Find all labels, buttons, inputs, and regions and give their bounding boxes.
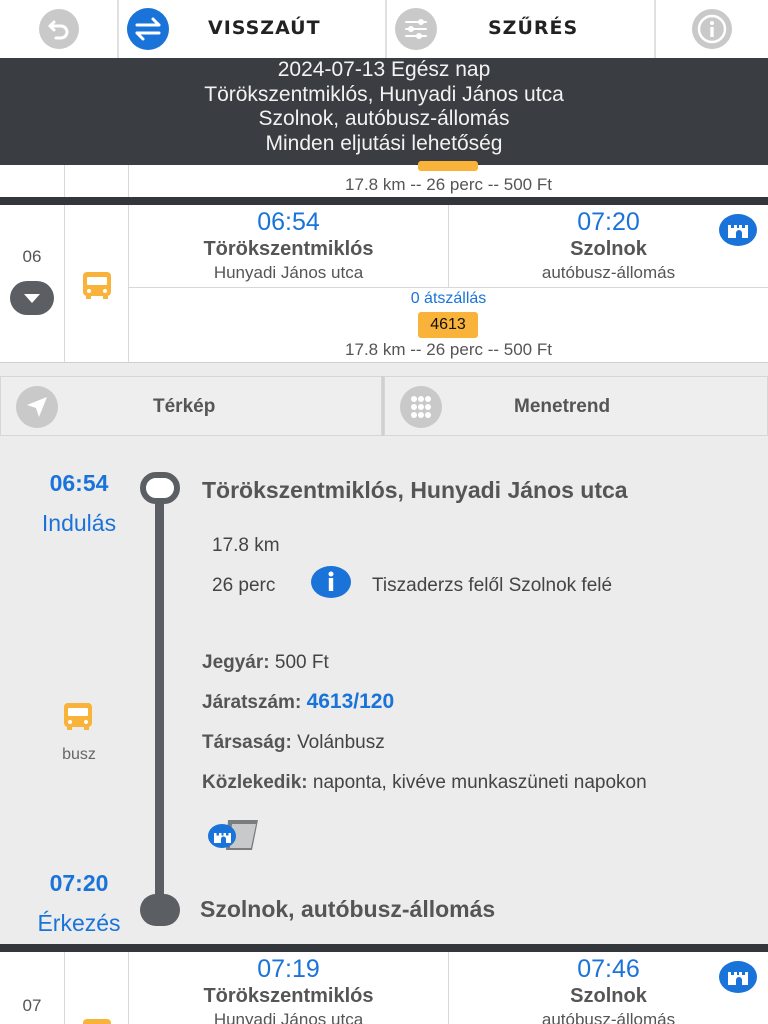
- sliders-icon: [395, 8, 437, 50]
- trip-number-link[interactable]: 4613/120: [307, 690, 395, 713]
- departure-time: 07:19: [257, 955, 320, 983]
- result-row-prev[interactable]: 17.8 km -- 26 perc -- 500 Ft: [0, 161, 768, 197]
- operator-castle-icon: [719, 961, 757, 993]
- return-trip-label: VISSZAÚT: [208, 17, 321, 39]
- company-value: Volánbusz: [297, 732, 385, 753]
- detail-arrival-label: Érkezés: [37, 910, 121, 936]
- row-separator: [0, 197, 768, 205]
- detail-duration: 26 perc: [212, 575, 276, 596]
- filter-button[interactable]: SZŰRÉS: [387, 0, 656, 58]
- runs-value: naponta, kivéve munkaszüneti napokon: [312, 772, 647, 793]
- back-button[interactable]: [0, 0, 119, 58]
- tab-map[interactable]: Térkép: [0, 376, 382, 436]
- fare-key: Jegyár:: [202, 652, 270, 673]
- route-badge[interactable]: 4613: [418, 312, 478, 338]
- top-toolbar: VISSZAÚT SZŰRÉS: [0, 0, 768, 58]
- search-summary: 2024-07-13 Egész nap Törökszentmiklós, H…: [0, 58, 768, 165]
- detail-tabs: Térkép Menetrend: [0, 376, 768, 436]
- detail-departure-stop: Törökszentmiklós, Hunyadi János utca: [202, 477, 628, 503]
- detail-departure-label: Indulás: [41, 510, 117, 536]
- bus-icon: [83, 272, 111, 299]
- route-line: [155, 488, 164, 908]
- route-badge-prev: [418, 161, 478, 171]
- row-number: 07: [22, 996, 42, 1015]
- tab-map-label: Térkép: [153, 396, 216, 417]
- detail-arrival-stop: Szolnok, autóbusz-állomás: [200, 896, 496, 922]
- bus-icon: [64, 703, 92, 730]
- summary-destination: Szolnok, autóbusz-állomás: [258, 107, 510, 130]
- departure-time: 06:54: [257, 208, 320, 236]
- bus-icon: [83, 1019, 111, 1024]
- trip-detail: 06:54 Indulás Törökszentmiklós, Hunyadi …: [0, 452, 768, 944]
- route-info: 17.8 km -- 26 perc -- 500 Ft: [345, 340, 552, 359]
- route-info: 17.8 km -- 26 perc -- 500 Ft: [345, 175, 552, 194]
- summary-date: 2024-07-13 Egész nap: [277, 58, 491, 81]
- operator-castle-icon: [719, 214, 757, 246]
- undo-arrow-icon: [38, 9, 79, 49]
- departure-stop: Törökszentmiklós: [203, 238, 374, 260]
- grid-dots-icon: [400, 386, 442, 428]
- trip-number-row: Járatszám: 4613/120: [202, 690, 394, 714]
- fare-value: 500 Ft: [274, 652, 329, 673]
- summary-origin: Törökszentmiklós, Hunyadi János utca: [204, 82, 564, 106]
- runs-key: Közlekedik:: [202, 772, 308, 793]
- row-number: 06: [22, 247, 42, 266]
- arrival-stop-detail: autóbusz-állomás: [541, 263, 676, 282]
- company-key: Társaság:: [202, 732, 292, 753]
- direction-info-icon[interactable]: [310, 565, 352, 599]
- departure-stop-detail: Hunyadi János utca: [213, 1010, 364, 1024]
- return-trip-button[interactable]: VISSZAÚT: [119, 0, 387, 58]
- runs-row: Közlekedik: naponta, kivéve munkaszüneti…: [202, 772, 647, 794]
- departure-stop: Törökszentmiklós: [203, 985, 374, 1007]
- chevron-down-icon: [24, 294, 40, 303]
- mode-label: busz: [62, 746, 96, 763]
- timetable-document-icon[interactable]: [206, 816, 262, 852]
- departure-stop-detail: Hunyadi János utca: [213, 263, 364, 282]
- info-icon: [692, 9, 732, 49]
- row-separator: [0, 944, 768, 952]
- fare-row: Jegyár: 500 Ft: [202, 652, 329, 674]
- detail-departure-time: 06:54: [49, 470, 109, 496]
- detail-arrival-time: 07:20: [49, 870, 109, 896]
- info-button[interactable]: [656, 0, 768, 58]
- detail-distance: 17.8 km: [212, 535, 280, 556]
- tab-timetable[interactable]: Menetrend: [384, 376, 768, 436]
- result-row-06[interactable]: 06 06:54 Törökszentmiklós Hunyadi János …: [0, 205, 768, 363]
- result-row-07[interactable]: 07 07:19 Törökszentmiklós Hunyadi János …: [0, 952, 768, 1024]
- swap-arrows-icon: [127, 8, 169, 50]
- summary-mode: Minden eljutási lehetőség: [265, 131, 503, 155]
- navigation-arrow-icon: [16, 386, 58, 428]
- detail-direction: Tiszaderzs felől Szolnok felé: [372, 575, 613, 596]
- tab-timetable-label: Menetrend: [514, 396, 611, 417]
- transfer-count: 0 átszállás: [410, 290, 487, 307]
- arrival-stop-detail: autóbusz-állomás: [541, 1010, 676, 1024]
- trip-number-key: Járatszám:: [202, 692, 302, 713]
- company-row: Társaság: Volánbusz: [202, 732, 385, 754]
- filter-label: SZŰRÉS: [488, 17, 579, 39]
- expand-button[interactable]: [10, 281, 54, 315]
